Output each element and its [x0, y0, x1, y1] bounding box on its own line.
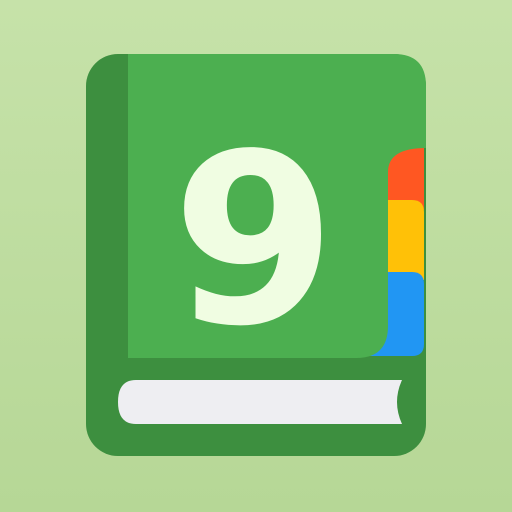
app-icon: 9: [0, 0, 512, 512]
book-icon: 9: [86, 54, 426, 456]
book-pages: [118, 380, 402, 424]
book-digit: 9: [172, 103, 336, 378]
